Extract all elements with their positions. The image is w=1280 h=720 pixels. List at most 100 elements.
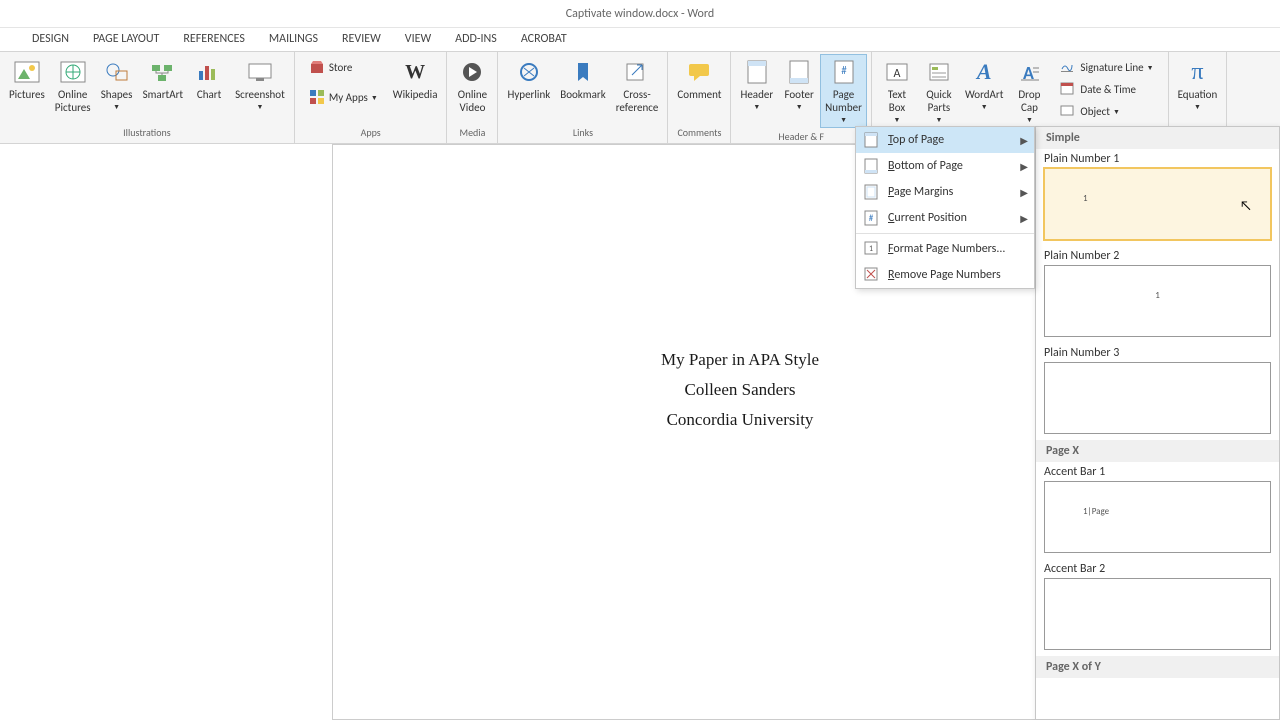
- chevron-down-icon: ▼: [371, 93, 378, 102]
- menu-current-label: Current Position: [888, 211, 967, 225]
- tab-references[interactable]: REFERENCES: [171, 28, 257, 51]
- screenshot-icon: [246, 58, 274, 86]
- tab-acrobat[interactable]: ACROBAT: [509, 28, 579, 51]
- group-header-footer: Header ▼ Footer ▼ # Page Number ▼ Header…: [731, 52, 871, 143]
- object-label: Object: [1080, 105, 1110, 118]
- footer-button[interactable]: Footer ▼: [778, 54, 820, 115]
- header-icon: [743, 58, 771, 86]
- wordart-button[interactable]: A WordArt ▼: [960, 54, 1008, 115]
- ribbon-tabs: DESIGN PAGE LAYOUT REFERENCES MAILINGS R…: [0, 28, 1280, 52]
- signature-line-label: Signature Line: [1080, 61, 1143, 74]
- object-icon: [1060, 103, 1076, 119]
- chevron-down-icon: ▼: [796, 102, 803, 111]
- tab-design[interactable]: DESIGN: [20, 28, 81, 51]
- comment-button[interactable]: Comment: [672, 54, 726, 105]
- menu-current-position[interactable]: # Current Position ▶: [856, 205, 1034, 231]
- online-pictures-label: Online Pictures: [55, 88, 91, 114]
- object-button[interactable]: Object ▼: [1054, 100, 1159, 122]
- online-pictures-icon: [59, 58, 87, 86]
- quick-parts-icon: [925, 58, 953, 86]
- equation-button[interactable]: π Equation ▼: [1173, 54, 1223, 115]
- gallery-plain1-label: Plain Number 1: [1036, 149, 1279, 168]
- gallery-accent2-label: Accent Bar 2: [1036, 559, 1279, 578]
- sample-number: 1: [1155, 290, 1160, 301]
- quick-parts-button[interactable]: Quick Parts ▼: [918, 54, 960, 128]
- gallery-category-pagexofy: Page X of Y: [1036, 656, 1279, 678]
- svg-text:#: #: [841, 64, 847, 77]
- gallery-plain3-thumb[interactable]: [1044, 362, 1271, 434]
- store-icon: [309, 59, 325, 75]
- chevron-down-icon: ▼: [1026, 115, 1033, 124]
- gallery-plain3-label: Plain Number 3: [1036, 343, 1279, 362]
- screenshot-button[interactable]: Screenshot ▼: [230, 54, 290, 115]
- bookmark-button[interactable]: Bookmark: [555, 54, 610, 105]
- video-icon: [458, 58, 486, 86]
- group-media: Online Video Media: [447, 52, 498, 143]
- store-label: Store: [329, 61, 353, 74]
- wordart-label: WordArt: [965, 88, 1003, 101]
- chevron-down-icon: ▼: [753, 102, 760, 111]
- pictures-label: Pictures: [9, 88, 45, 101]
- gallery-plain2-thumb[interactable]: 1: [1044, 265, 1271, 337]
- wikipedia-button[interactable]: W Wikipedia: [388, 54, 443, 105]
- menu-remove-page-numbers[interactable]: Remove Page Numbers: [856, 262, 1034, 288]
- tab-addins[interactable]: ADD-INS: [443, 28, 509, 51]
- group-comments-label: Comments: [668, 124, 730, 143]
- drop-cap-icon: A: [1015, 58, 1043, 86]
- chart-button[interactable]: Chart: [188, 54, 230, 105]
- svg-text:#: #: [869, 213, 874, 224]
- text-box-button[interactable]: A Text Box ▼: [876, 54, 918, 128]
- remove-icon: [864, 267, 880, 283]
- chevron-down-icon: ▼: [1113, 107, 1120, 116]
- signature-line-button[interactable]: Signature Line ▼: [1054, 56, 1159, 78]
- sample-number: 1: [1083, 193, 1088, 204]
- top-of-page-icon: [864, 132, 880, 148]
- gallery-plain1-thumb[interactable]: 1 ↖: [1044, 168, 1271, 240]
- chevron-down-icon: ▼: [256, 102, 263, 111]
- smartart-button[interactable]: SmartArt: [138, 54, 189, 105]
- doc-line-2: Colleen Sanders: [333, 375, 1147, 405]
- online-pictures-button[interactable]: Online Pictures: [50, 54, 96, 118]
- menu-bottom-label: Bottom of Page: [888, 159, 963, 173]
- myapps-label: My Apps: [329, 91, 368, 104]
- menu-top-of-page[interactable]: TTop of Pageop of Page ▶: [856, 127, 1034, 153]
- pictures-button[interactable]: Pictures: [4, 54, 50, 105]
- shapes-button[interactable]: Shapes ▼: [96, 54, 138, 115]
- svg-text:A: A: [893, 67, 900, 81]
- submenu-arrow-icon: ▶: [1020, 160, 1028, 173]
- cursor-icon: ↖: [1240, 197, 1252, 214]
- header-button[interactable]: Header ▼: [735, 54, 778, 115]
- page-number-menu: TTop of Pageop of Page ▶ Bottom of Page …: [855, 126, 1035, 289]
- group-apps: Store My Apps ▼ W Wikipedia Apps: [295, 52, 448, 143]
- date-time-button[interactable]: Date & Time: [1054, 78, 1159, 100]
- wikipedia-icon: W: [401, 58, 429, 86]
- hyperlink-button[interactable]: Hyperlink: [502, 54, 555, 105]
- tab-view[interactable]: VIEW: [393, 28, 443, 51]
- menu-bottom-of-page[interactable]: Bottom of Page ▶: [856, 153, 1034, 179]
- menu-page-margins[interactable]: Page Margins ▶: [856, 179, 1034, 205]
- gallery-accent1-thumb[interactable]: 1|Page: [1044, 481, 1271, 553]
- myapps-button[interactable]: My Apps ▼: [303, 86, 384, 108]
- chevron-down-icon: ▼: [893, 115, 900, 124]
- online-video-button[interactable]: Online Video: [451, 54, 493, 118]
- store-button[interactable]: Store: [303, 56, 384, 78]
- svg-text:1: 1: [869, 244, 873, 254]
- page-number-label: Page Number: [825, 88, 862, 114]
- hyperlink-label: Hyperlink: [507, 88, 550, 101]
- cross-reference-button[interactable]: Cross- reference: [611, 54, 664, 118]
- footer-label: Footer: [784, 88, 813, 101]
- tab-page-layout[interactable]: PAGE LAYOUT: [81, 28, 171, 51]
- shapes-label: Shapes: [101, 88, 133, 101]
- page-number-button[interactable]: # Page Number ▼: [820, 54, 867, 128]
- equation-label: Equation: [1178, 88, 1218, 101]
- gallery-accent2-thumb[interactable]: [1044, 578, 1271, 650]
- group-illustrations: Pictures Online Pictures Shapes ▼ SmartA…: [0, 52, 295, 143]
- myapps-icon: [309, 89, 325, 105]
- tab-review[interactable]: REVIEW: [330, 28, 393, 51]
- tab-mailings[interactable]: MAILINGS: [257, 28, 330, 51]
- bookmark-label: Bookmark: [560, 88, 605, 101]
- chevron-down-icon: ▼: [113, 102, 120, 111]
- menu-format-page-numbers[interactable]: 1 Format Page Numbers...: [856, 236, 1034, 262]
- drop-cap-button[interactable]: A Drop Cap ▼: [1008, 54, 1050, 128]
- sample-text: 1|Page: [1083, 506, 1109, 517]
